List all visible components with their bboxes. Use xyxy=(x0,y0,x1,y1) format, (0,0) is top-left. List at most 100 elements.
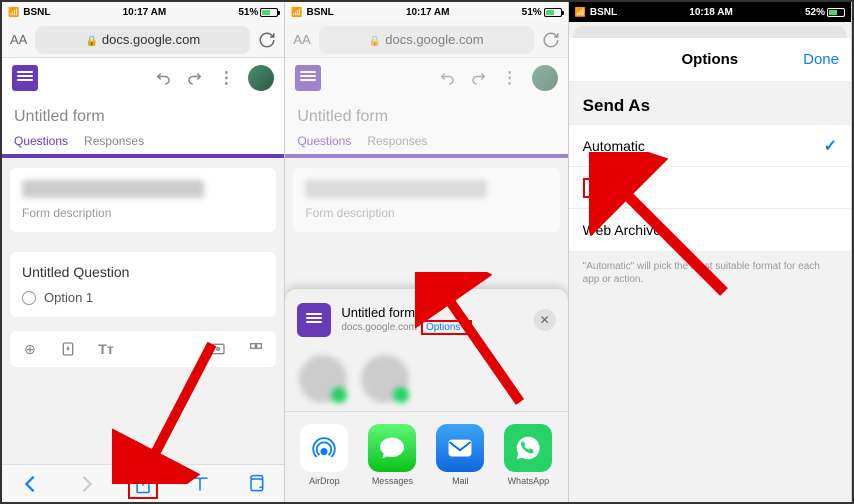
share-options-link[interactable]: Options › xyxy=(421,320,472,335)
tabs-button[interactable] xyxy=(241,469,271,499)
done-button[interactable]: Done xyxy=(803,51,839,68)
form-title-blurred xyxy=(305,180,487,198)
signal-icon xyxy=(575,7,586,18)
undo-icon[interactable] xyxy=(154,69,172,87)
time-label: 10:17 AM xyxy=(406,7,450,18)
text-size-button[interactable]: AA xyxy=(10,32,27,47)
option-label: Option 1 xyxy=(44,290,93,305)
question-title[interactable]: Untitled Question xyxy=(22,264,264,280)
phone-screen-2: BSNL 10:17 AM 51% AA docs.google.com ⋮ U… xyxy=(285,2,568,502)
sendas-list: Automatic ✓ PDF Web Archive xyxy=(569,124,851,252)
text-icon[interactable]: Tт xyxy=(96,339,116,359)
form-description: Form description xyxy=(305,206,547,220)
tabs: Questions Responses xyxy=(285,126,567,158)
app-messages[interactable]: Messages xyxy=(363,424,421,486)
question-card[interactable]: Untitled Question Option 1 xyxy=(10,252,276,317)
form-title-blurred xyxy=(22,180,204,198)
app-airdrop[interactable]: AirDrop xyxy=(295,424,353,486)
contact-avatar[interactable] xyxy=(299,355,347,403)
options-header: Options Done xyxy=(569,38,851,82)
refresh-icon[interactable] xyxy=(258,31,276,49)
redo-icon xyxy=(470,69,488,87)
battery-indicator: 52% xyxy=(805,7,845,18)
share-header: Untitled form docs.google.com Options › … xyxy=(285,299,567,347)
app-label: Messages xyxy=(372,476,413,486)
phone-screen-1: BSNL 10:17 AM 51% AA docs.google.com ⋮ U… xyxy=(2,2,285,502)
share-doc-icon xyxy=(297,303,331,337)
back-button[interactable] xyxy=(15,469,45,499)
forward-button xyxy=(72,469,102,499)
url-bar: AA docs.google.com xyxy=(2,22,284,58)
avatar[interactable] xyxy=(248,65,274,91)
checkmark-icon: ✓ xyxy=(824,136,837,156)
app-whatsapp[interactable]: WhatsApp xyxy=(499,424,557,486)
share-title: Untitled form xyxy=(341,305,523,320)
url-bar: AA docs.google.com xyxy=(285,22,567,58)
section-icon[interactable] xyxy=(246,339,266,359)
image-icon[interactable] xyxy=(208,339,228,359)
undo-icon xyxy=(438,69,456,87)
tab-responses: Responses xyxy=(367,134,427,154)
sendas-pdf[interactable]: PDF xyxy=(569,167,851,209)
lock-icon xyxy=(369,32,381,47)
phone-screen-3: BSNL 10:18 AM 52% Options Done Send As A… xyxy=(569,2,852,502)
radio-icon xyxy=(22,291,36,305)
app-mail[interactable]: Mail xyxy=(431,424,489,486)
form-header-card[interactable]: Form description xyxy=(10,168,276,232)
address-field[interactable]: docs.google.com xyxy=(35,26,250,54)
time-label: 10:17 AM xyxy=(123,7,167,18)
share-domain: docs.google.com xyxy=(341,322,417,333)
more-icon: ⋮ xyxy=(502,68,518,88)
carrier-label: BSNL xyxy=(23,7,50,18)
app-label: WhatsApp xyxy=(508,476,550,486)
battery-indicator: 51% xyxy=(522,7,562,18)
status-bar: BSNL 10:18 AM 52% xyxy=(569,2,851,22)
option-row[interactable]: Option 1 xyxy=(22,290,264,305)
carrier-label: BSNL xyxy=(307,7,334,18)
share-contacts-row xyxy=(285,347,567,412)
carrier-label: BSNL xyxy=(590,7,617,18)
status-bar: BSNL 10:17 AM 51% xyxy=(285,2,567,22)
bookmarks-button[interactable] xyxy=(185,469,215,499)
share-apps-row: AirDrop Messages Mail WhatsApp xyxy=(285,418,567,492)
forms-toolbar: ⋮ xyxy=(285,58,567,98)
share-sheet: Untitled form docs.google.com Options › … xyxy=(285,289,567,502)
options-title: Options xyxy=(681,51,738,68)
app-label: Mail xyxy=(452,476,469,486)
section-header: Send As xyxy=(569,82,851,124)
tab-questions: Questions xyxy=(297,134,351,154)
form-description[interactable]: Form description xyxy=(22,206,264,220)
tabs: Questions Responses xyxy=(2,126,284,158)
share-close-button[interactable]: ✕ xyxy=(534,309,556,331)
share-button[interactable] xyxy=(128,469,158,499)
form-header-card: Form description xyxy=(293,168,559,232)
tab-questions[interactable]: Questions xyxy=(14,134,68,154)
time-label: 10:18 AM xyxy=(689,7,733,18)
signal-icon xyxy=(291,7,302,18)
tab-responses[interactable]: Responses xyxy=(84,134,144,154)
add-question-icon[interactable]: ⊕ xyxy=(20,339,40,359)
footnote: "Automatic" will pick the most suitable … xyxy=(569,252,851,294)
lock-icon xyxy=(85,32,97,47)
status-bar: BSNL 10:17 AM 51% xyxy=(2,2,284,22)
redo-icon[interactable] xyxy=(186,69,204,87)
forms-toolbar: ⋮ xyxy=(2,58,284,98)
sendas-automatic[interactable]: Automatic ✓ xyxy=(569,125,851,167)
form-title[interactable]: Untitled form xyxy=(2,98,284,126)
sendas-webarchive[interactable]: Web Archive xyxy=(569,209,851,251)
text-size-button: AA xyxy=(293,32,310,47)
address-field: docs.google.com xyxy=(319,26,534,54)
app-label: AirDrop xyxy=(309,476,340,486)
refresh-icon xyxy=(542,31,560,49)
form-title: Untitled form xyxy=(285,98,567,126)
avatar xyxy=(532,65,558,91)
safari-toolbar xyxy=(2,464,284,502)
form-tools-bar: ⊕ Tт xyxy=(10,331,276,367)
forms-app-icon xyxy=(295,65,321,91)
battery-indicator: 51% xyxy=(238,7,278,18)
forms-app-icon xyxy=(12,65,38,91)
signal-icon xyxy=(8,7,19,18)
import-icon[interactable] xyxy=(58,339,78,359)
more-icon[interactable]: ⋮ xyxy=(218,68,234,88)
contact-avatar[interactable] xyxy=(361,355,409,403)
